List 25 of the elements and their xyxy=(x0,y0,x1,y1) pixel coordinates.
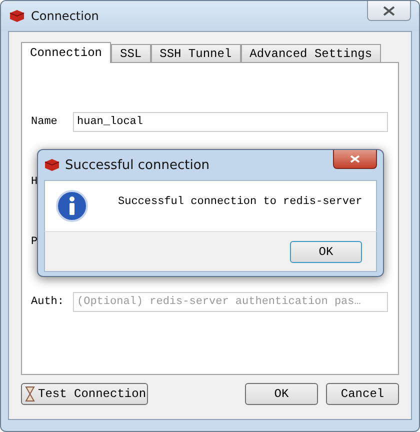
tab[interactable]: SSH Tunnel xyxy=(150,44,241,62)
field-label: P xyxy=(31,236,39,248)
tab[interactable]: Connection xyxy=(21,42,112,63)
message-box-title: Successful connection xyxy=(65,158,210,172)
info-icon xyxy=(56,190,88,222)
message-text: Successful connection to redis-server xyxy=(118,196,362,208)
close-button[interactable] xyxy=(367,1,411,21)
cancel-button[interactable]: Cancel xyxy=(326,383,399,405)
close-button[interactable] xyxy=(333,150,377,169)
cube-icon xyxy=(44,157,60,173)
cube-icon xyxy=(9,8,25,24)
tab[interactable]: Advanced Settings xyxy=(240,44,382,62)
close-icon xyxy=(383,6,395,16)
field-label: Name xyxy=(31,116,58,128)
hourglass-icon xyxy=(25,386,35,402)
ok-button[interactable]: OK xyxy=(290,240,362,262)
input-field[interactable]: (Optional) redis-server authentication pas… xyxy=(73,292,388,312)
window-title: Connection xyxy=(31,9,99,23)
close-icon xyxy=(350,155,360,163)
field-label: Auth: xyxy=(31,296,65,308)
ok-button[interactable]: OK xyxy=(245,383,318,405)
tab[interactable]: SSL xyxy=(111,44,151,62)
input-field[interactable]: huan_local xyxy=(73,112,388,132)
test-connection-button[interactable]: Test Connection xyxy=(21,383,148,405)
field-label: H xyxy=(31,176,39,188)
